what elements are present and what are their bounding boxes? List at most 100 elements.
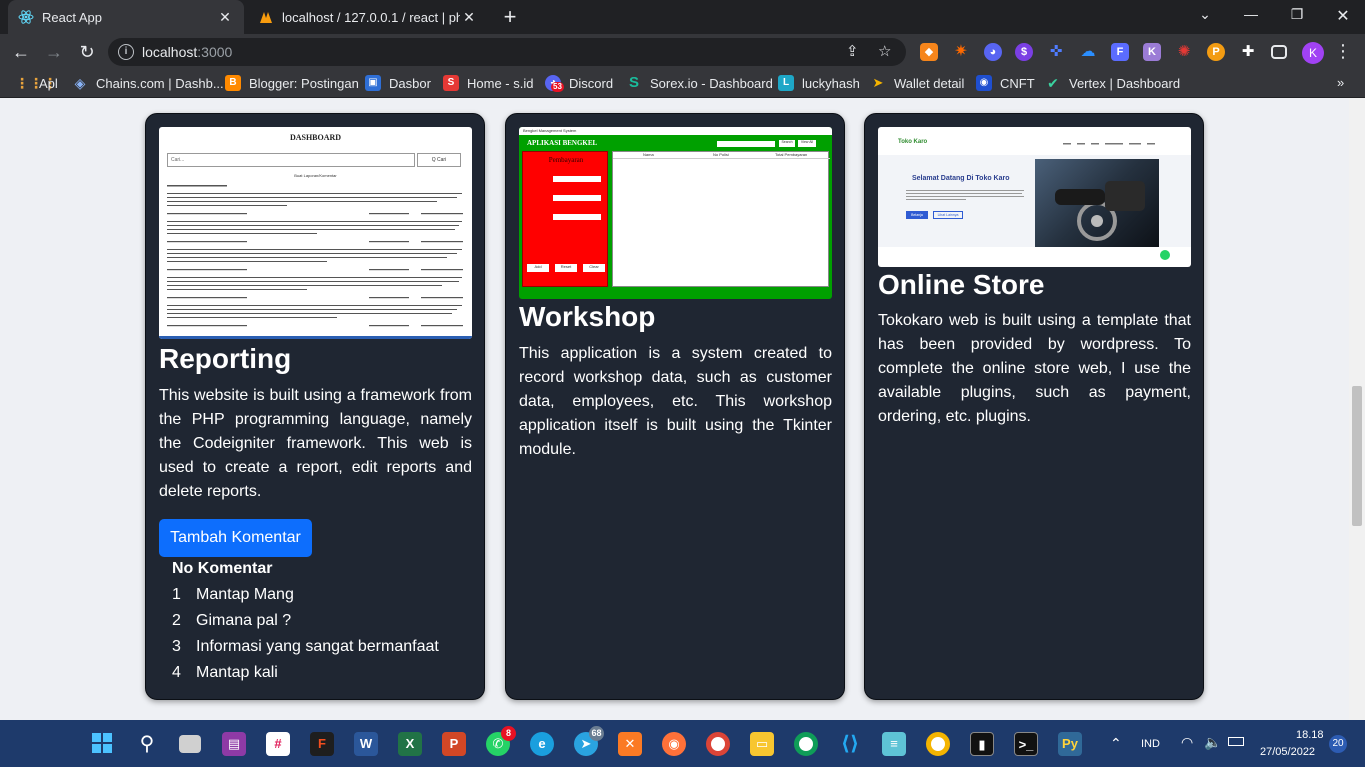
tab-phpmyadmin[interactable]: localhost / 127.0.0.1 / react | php ✕ xyxy=(248,0,488,34)
start-windows-icon[interactable] xyxy=(90,732,114,756)
tab-react-app[interactable]: React App ✕ xyxy=(8,0,244,34)
edge-icon[interactable]: e xyxy=(530,732,554,756)
winrar-icon[interactable]: ▤ xyxy=(222,732,246,756)
reload-icon[interactable]: ↻ xyxy=(76,41,98,63)
thumb-payment-panel: Pembayaran Add Reset Clear xyxy=(522,151,608,287)
thumb-app-name: APLIKASI BENGKEL xyxy=(527,139,598,147)
clock-date[interactable]: 27/05/2022 xyxy=(1260,746,1315,758)
puzzle-icon[interactable]: ✚ xyxy=(1239,43,1257,61)
language-indicator[interactable]: IND xyxy=(1141,738,1160,750)
p-icon[interactable]: P xyxy=(1207,43,1225,61)
bookmark-label: Sorex.io - Dashboard xyxy=(650,75,773,91)
comment-text: Mantap Mang xyxy=(196,586,294,603)
card-description: Tokokaro web is built using a template t… xyxy=(878,312,1191,425)
bookmark-apps[interactable]: ⋮⋮⋮ Apl xyxy=(15,75,58,91)
coin-icon[interactable]: $ xyxy=(1015,43,1033,61)
python-icon[interactable]: Py xyxy=(1058,732,1082,756)
address-bar[interactable]: i localhost:3000 ⇪ ☆ xyxy=(108,38,906,66)
f-icon[interactable]: F xyxy=(1111,43,1129,61)
card-title: Workshop xyxy=(519,301,656,332)
page-scrollbar[interactable] xyxy=(1349,98,1365,720)
bookmark-wallet[interactable]: ➤ Wallet detail xyxy=(870,75,965,91)
bookmark-dasbor[interactable]: ▣ Dasbor xyxy=(365,75,431,91)
vscode-icon[interactable]: ⟨⟩ xyxy=(838,732,862,756)
whatsapp-badge: 8 xyxy=(501,726,516,741)
thumb-shop-button: Belanja xyxy=(906,211,928,219)
site-info-icon[interactable]: i xyxy=(118,44,134,60)
metamask-icon[interactable]: ◆ xyxy=(920,43,938,61)
bookmark-chains[interactable]: ◈ Chains.com | Dashb... xyxy=(72,75,224,91)
share-icon[interactable]: ⇪ xyxy=(846,42,859,60)
restore-button[interactable]: ❐ xyxy=(1287,6,1307,23)
tab-strip: React App ✕ localhost / 127.0.0.1 / reac… xyxy=(0,0,1365,34)
telegram-icon[interactable]: ➤ 68 xyxy=(574,726,604,756)
bookmark-discord[interactable]: ◕53 Discord xyxy=(545,75,613,92)
excel-icon[interactable]: X xyxy=(398,732,422,756)
tab-search-icon[interactable]: ⌄ xyxy=(1195,6,1215,23)
thumb-window-bar: Bengkel Management System xyxy=(519,127,832,135)
figma-icon[interactable]: F xyxy=(310,732,334,756)
whatsapp-icon[interactable]: ✆ 8 xyxy=(486,726,516,756)
phpmyadmin-icon xyxy=(258,9,274,25)
close-window-button[interactable]: ✕ xyxy=(1333,6,1353,26)
table-row: 1 Mantap Mang xyxy=(172,586,472,612)
bookmark-label: Vertex | Dashboard xyxy=(1069,75,1181,91)
bookmark-cnft[interactable]: ◉ CNFT xyxy=(976,75,1035,91)
clock-time[interactable]: 18.18 xyxy=(1296,729,1324,741)
address-url[interactable]: localhost:3000 xyxy=(142,44,232,60)
satellite-icon[interactable]: ✜ xyxy=(1047,43,1065,61)
comments-table: No Komentar 1 Mantap Mang 2 Gimana pal ? 3… xyxy=(172,560,472,690)
sorex-icon: S xyxy=(628,74,639,91)
project-card-online-store: Toko Karo Selamat Datang Di Toko Karo Be… xyxy=(864,113,1204,700)
sidepanel-icon[interactable] xyxy=(1271,45,1287,59)
chrome-second-icon[interactable] xyxy=(926,732,950,756)
bookmark-vertex[interactable]: ✔ Vertex | Dashboard xyxy=(1045,75,1180,91)
bookmark-sid[interactable]: S Home - s.id xyxy=(443,75,533,91)
bookmark-luckyhash[interactable]: L luckyhash xyxy=(778,75,860,91)
task-view-icon[interactable] xyxy=(179,735,201,753)
discord-ext-icon[interactable]: ◕ xyxy=(984,43,1002,61)
firefox-icon[interactable]: ◉ xyxy=(662,732,686,756)
battery-icon[interactable] xyxy=(1228,737,1244,746)
notification-count[interactable]: 20 xyxy=(1329,735,1347,753)
scrollbar-thumb[interactable] xyxy=(1352,386,1362,526)
discord-icon: ◕53 xyxy=(545,75,564,92)
word-icon[interactable]: W xyxy=(354,732,378,756)
star-burst-icon[interactable]: ✷ xyxy=(952,43,970,61)
xampp-icon[interactable]: ✕ xyxy=(618,732,642,756)
volume-icon[interactable]: 🔈 xyxy=(1204,734,1221,751)
bookmark-blogger[interactable]: B Blogger: Postingan xyxy=(225,75,359,91)
cloud-icon[interactable]: ☁ xyxy=(1079,43,1097,61)
close-tab-icon[interactable]: ✕ xyxy=(216,9,234,26)
search-icon[interactable]: ⚲ xyxy=(135,732,159,756)
wifi-icon[interactable]: ◠ xyxy=(1181,734,1193,751)
thumb-hero-title: Selamat Datang Di Toko Karo xyxy=(912,175,1010,182)
terminal-icon[interactable]: ▮ xyxy=(970,732,994,756)
bookmark-label: Home - s.id xyxy=(467,75,534,91)
powerpoint-icon[interactable]: P xyxy=(442,732,466,756)
chrome-icon[interactable] xyxy=(706,732,730,756)
show-hidden-icons[interactable]: ⌃ xyxy=(1110,735,1122,752)
bookmarks-overflow-icon[interactable]: » xyxy=(1337,75,1344,90)
forward-icon[interactable]: → xyxy=(43,41,65,63)
blogger-icon: B xyxy=(225,75,241,91)
cmd-icon[interactable]: >_ xyxy=(1014,732,1038,756)
luckyhash-icon: L xyxy=(778,75,794,91)
chrome-profile-icon[interactable] xyxy=(794,732,818,756)
slack-icon[interactable]: # xyxy=(266,732,290,756)
minimize-button[interactable]: — xyxy=(1241,6,1261,22)
add-comment-button[interactable]: Tambah Komentar xyxy=(159,519,312,557)
bookmark-sorex[interactable]: S Sorex.io - Dashboard xyxy=(626,75,773,91)
menu-kebab-icon[interactable]: ⋮ xyxy=(1334,41,1352,62)
file-explorer-icon[interactable]: ▭ xyxy=(750,732,774,756)
comment-text: Gimana pal ? xyxy=(196,612,292,629)
back-icon[interactable]: ← xyxy=(10,41,32,63)
new-tab-button[interactable]: + xyxy=(498,5,522,29)
react-icon xyxy=(18,9,34,25)
bookmark-star-icon[interactable]: ☆ xyxy=(878,42,891,60)
loader-icon[interactable]: ✺ xyxy=(1175,43,1193,61)
notepad-icon[interactable]: ≡ xyxy=(882,732,906,756)
k-icon[interactable]: K xyxy=(1143,43,1161,61)
profile-avatar[interactable]: K xyxy=(1302,42,1324,64)
close-tab-icon[interactable]: ✕ xyxy=(460,9,478,26)
